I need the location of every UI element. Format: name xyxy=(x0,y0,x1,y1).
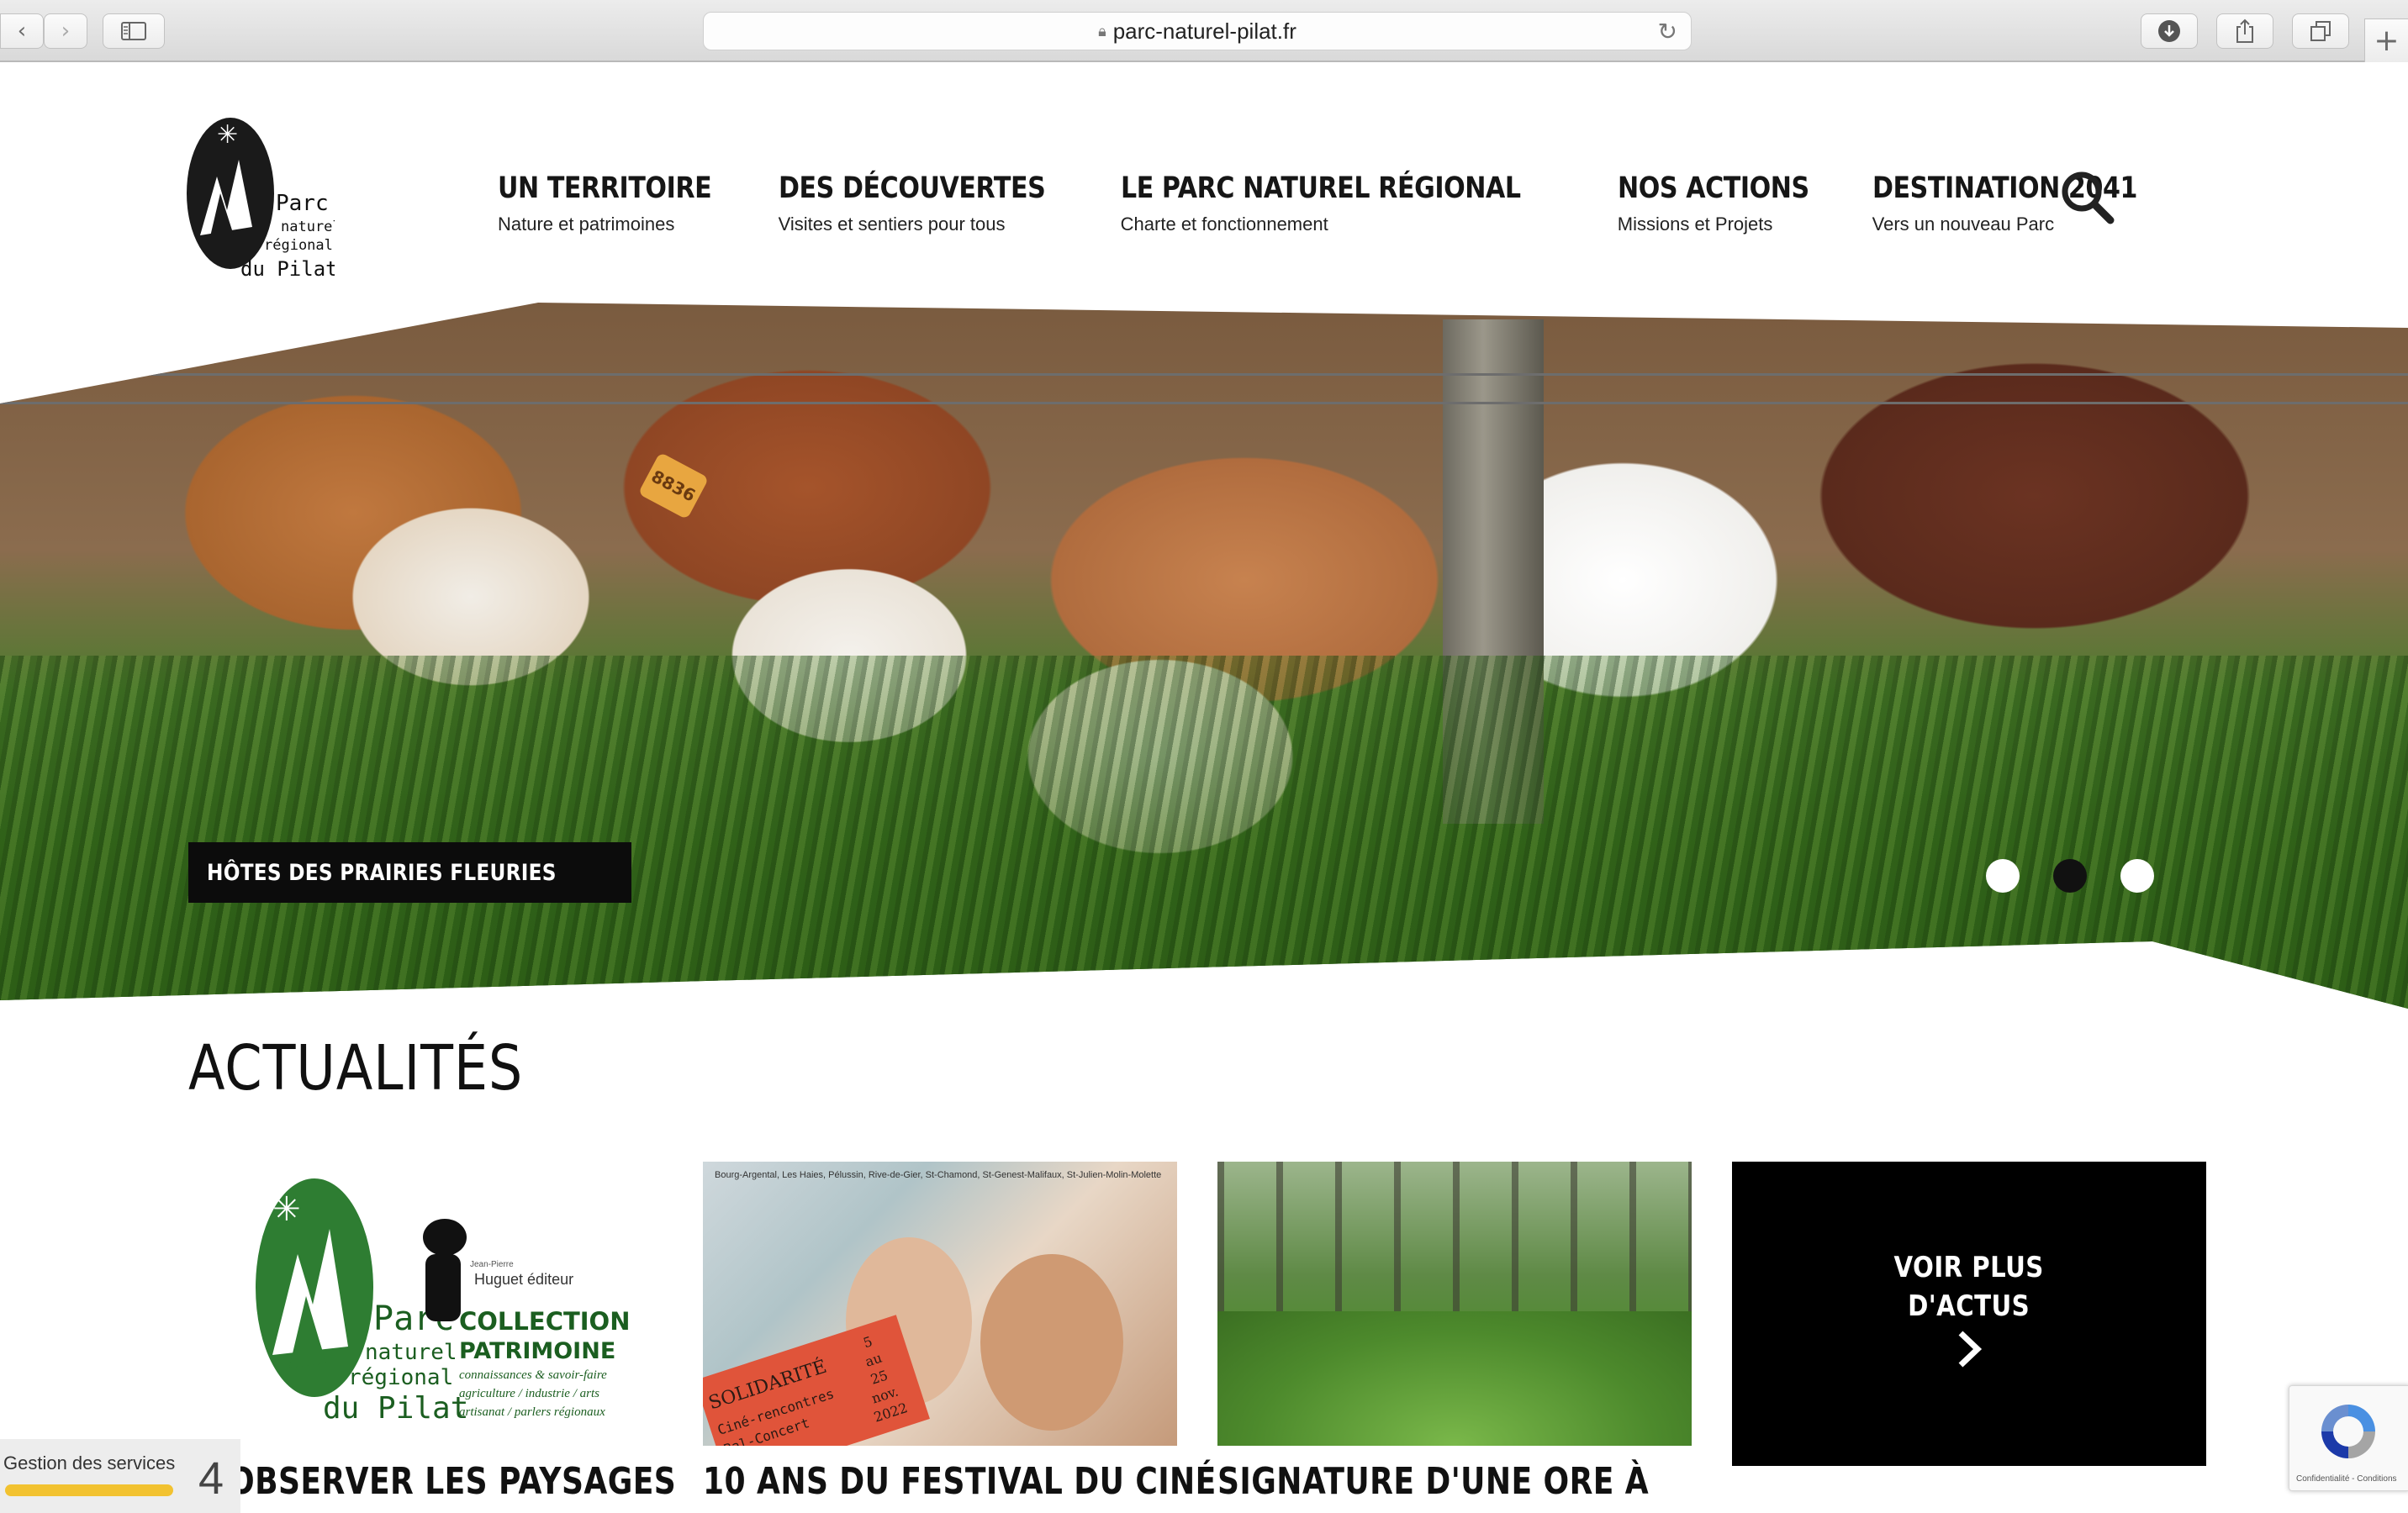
nav-title: DES DÉCOUVERTES xyxy=(778,171,1046,205)
search-icon xyxy=(2062,171,2115,224)
park-logo-image: ✳ Parc naturel régional du Pilat xyxy=(187,118,341,281)
festival-ticket: SOLIDARITÉ Ciné-rencontres Bal-Concert 5… xyxy=(703,1315,930,1446)
forest-undergrowth xyxy=(1217,1311,1692,1446)
nav-item-decouvertes[interactable]: DES DÉCOUVERTES Visites et sentiers pour… xyxy=(779,170,1089,235)
nav-item-parc[interactable]: LE PARC NATUREL RÉGIONAL Charte et fonct… xyxy=(1121,170,1586,235)
share-icon xyxy=(2236,18,2253,43)
publisher-name: Jean-Pierre xyxy=(470,1260,514,1269)
nav-item-destination[interactable]: DESTINATION 2041 Vers un nouveau Parc xyxy=(1872,170,2180,235)
nav-item-territoire[interactable]: UN TERRITOIRE Nature et patrimoines xyxy=(498,170,747,235)
search-button[interactable] xyxy=(2058,168,2117,227)
reload-icon[interactable]: ↻ xyxy=(1658,18,1677,45)
logo-text: naturel xyxy=(365,1340,457,1365)
hero-slider-image[interactable]: 8836 xyxy=(0,303,2408,1009)
nav-subtitle: Charte et fonctionnement xyxy=(1120,214,1328,235)
svg-text:✳: ✳ xyxy=(217,120,238,150)
site-logo[interactable]: ✳ Parc naturel régional du Pilat xyxy=(183,109,341,286)
nav-item-actions[interactable]: NOS ACTIONS Missions et Projets xyxy=(1618,170,1840,235)
recaptcha-terms[interactable]: Confidentialité - Conditions xyxy=(2296,1474,2397,1484)
grass-foreground xyxy=(0,656,2408,1009)
news-section-title: ACTUALITÉS xyxy=(188,1032,524,1104)
address-bar[interactable]: 🔒︎ parc-naturel-pilat.fr ↻ xyxy=(703,12,1692,50)
patrimoine-logo-image: ✳ Parc naturel régional du Pilat Jean-Pi… xyxy=(256,1178,630,1426)
url-text: parc-naturel-pilat.fr xyxy=(1112,18,1296,44)
festival-towns: Bourg-Argental, Les Haies, Pélussin, Riv… xyxy=(715,1170,1162,1180)
chevron-left-icon: ‹ xyxy=(17,18,27,44)
logo-text-2: naturel xyxy=(281,219,335,235)
ear-tag: 8836 xyxy=(637,451,710,520)
logo-text-1: Parc xyxy=(276,191,329,216)
hero-caption-text: HÔTES DES PRAIRIES FLEURIES xyxy=(207,859,557,886)
nav-subtitle: Nature et patrimoines xyxy=(498,214,675,235)
tabs-overview-icon xyxy=(2310,21,2331,41)
collection-subtitle: PATRIMOINE xyxy=(459,1338,615,1364)
cookie-manager-label: Gestion des services xyxy=(3,1452,176,1473)
news-card[interactable]: Bourg-Argental, Les Haies, Pélussin, Riv… xyxy=(703,1162,1216,1503)
news-card[interactable]: ✳ Parc naturel régional du Pilat Jean-Pi… xyxy=(229,1162,713,1503)
more-news-button[interactable]: VOIR PLUS D'ACTUS xyxy=(1732,1162,2206,1466)
nav-subtitle: Missions et Projets xyxy=(1617,214,1773,235)
cookie-manager-bar xyxy=(5,1484,173,1496)
news-card-image xyxy=(1217,1162,1692,1446)
lock-icon: 🔒︎ xyxy=(1098,22,1106,40)
collection-line: agriculture / industrie / arts xyxy=(459,1387,599,1400)
news-card-title[interactable]: OBSERVER LES PAYSAGES xyxy=(229,1460,676,1503)
share-button[interactable] xyxy=(2216,13,2273,49)
slider-dot-2[interactable] xyxy=(2053,859,2087,893)
ticket-dates: 5 au 25 nov. 2022 xyxy=(842,1326,916,1429)
tabs-button[interactable] xyxy=(2292,13,2349,49)
cookie-manager-widget[interactable]: Gestion des services 4 xyxy=(0,1439,240,1513)
logo-text: du Pilat xyxy=(323,1391,468,1426)
downloads-button[interactable] xyxy=(2141,13,2198,49)
plus-icon: + xyxy=(2374,24,2400,58)
recaptcha-badge[interactable]: Confidentialité - Conditions xyxy=(2289,1385,2408,1491)
nav-title: UN TERRITOIRE xyxy=(498,171,712,205)
collection-line: connaissances & savoir-faire xyxy=(459,1368,607,1382)
slider-dot-3[interactable] xyxy=(2120,859,2154,893)
sidebar-button[interactable] xyxy=(103,13,165,49)
news-card-image: Bourg-Argental, Les Haies, Pélussin, Riv… xyxy=(703,1162,1177,1446)
slider-dot-1[interactable] xyxy=(1986,859,2020,893)
logo-text: régional xyxy=(348,1365,453,1390)
logo-text-3: régional xyxy=(264,237,333,254)
face-right xyxy=(980,1254,1123,1431)
collection-line: artisanat / parlers régionaux xyxy=(459,1405,605,1419)
logo-text-4: du Pilat xyxy=(240,257,335,281)
fence-wire xyxy=(0,402,2408,404)
main-navigation: UN TERRITOIRE Nature et patrimoines DES … xyxy=(498,170,2212,235)
back-button[interactable]: ‹ xyxy=(0,13,44,49)
publisher: Huguet éditeur xyxy=(474,1271,573,1288)
download-icon xyxy=(2158,20,2180,42)
nav-title: NOS ACTIONS xyxy=(1617,171,1809,205)
recaptcha-icon xyxy=(2321,1405,2375,1458)
nav-subtitle: Visites et sentiers pour tous xyxy=(778,214,1006,235)
news-card-image: ✳ Parc naturel régional du Pilat Jean-Pi… xyxy=(239,1162,713,1446)
browser-toolbar: ‹ › 🔒︎ parc-naturel-pilat.fr ↻ + xyxy=(0,0,2408,62)
news-card[interactable]: SIGNATURE D'UNE ORE À xyxy=(1217,1162,1692,1503)
chevron-right-icon: › xyxy=(61,18,71,44)
nav-title: LE PARC NATUREL RÉGIONAL xyxy=(1120,171,1521,205)
more-news-label: VOIR PLUS D'ACTUS xyxy=(1894,1248,2044,1326)
slider-pagination xyxy=(1986,859,2154,893)
new-tab-button[interactable]: + xyxy=(2364,18,2408,62)
fence-wire xyxy=(0,373,2408,376)
sidebar-icon xyxy=(121,22,146,40)
svg-text:✳: ✳ xyxy=(272,1190,301,1229)
forward-button[interactable]: › xyxy=(44,13,87,49)
collection-title: COLLECTION xyxy=(459,1307,630,1336)
chevron-right-icon xyxy=(1952,1329,1986,1379)
ear-tag-number: 8836 xyxy=(647,466,700,506)
hero-caption[interactable]: HÔTES DES PRAIRIES FLEURIES xyxy=(188,842,632,903)
nav-subtitle: Vers un nouveau Parc xyxy=(1872,214,2055,235)
cookie-services-count: 4 xyxy=(198,1453,224,1504)
news-card-title[interactable]: 10 ANS DU FESTIVAL DU CINÉ xyxy=(703,1460,1217,1503)
news-card-title[interactable]: SIGNATURE D'UNE ORE À xyxy=(1217,1460,1649,1503)
more-news-label-line: VOIR PLUS xyxy=(1893,1251,2045,1284)
more-news-label-line: D'ACTUS xyxy=(1908,1289,2030,1323)
